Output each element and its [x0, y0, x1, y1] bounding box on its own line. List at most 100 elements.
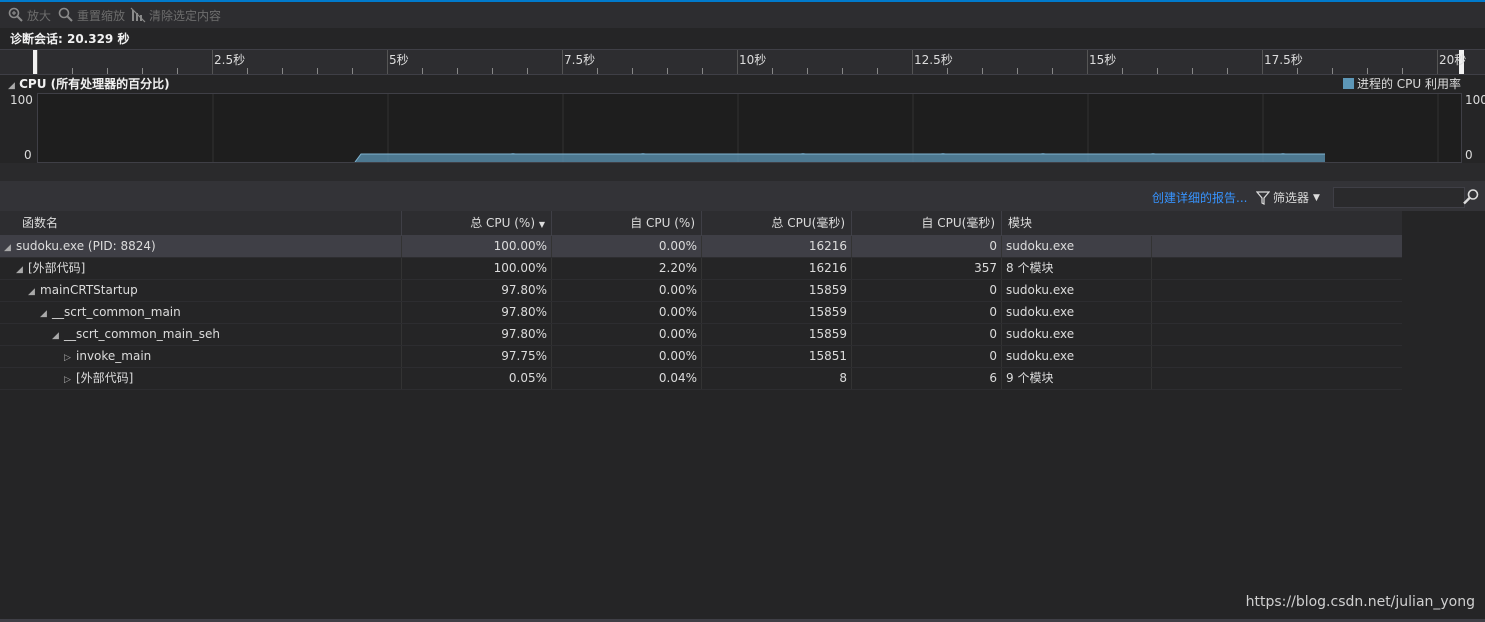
cell-function-name: ▷ [外部代码]	[0, 368, 402, 389]
col-function-name[interactable]: 函数名	[0, 211, 402, 235]
search-input[interactable]	[1333, 187, 1465, 208]
cell-self-cpu-pct: 2.20%	[552, 258, 702, 279]
ruler-tick	[842, 68, 843, 74]
call-tree-table: 函数名 总 CPU (%) ▼ 自 CPU (%) 总 CPU(毫秒) 自 CP…	[0, 211, 1402, 390]
table-row[interactable]: ▷ [外部代码] 0.05% 0.04% 8 6 9 个模块	[0, 368, 1402, 390]
expand-triangle-icon[interactable]: ▷	[64, 348, 76, 367]
function-name: __scrt_common_main	[52, 305, 181, 319]
filter-dropdown[interactable]: 筛选器 ▼	[1256, 189, 1320, 206]
ruler-tick	[912, 50, 913, 74]
cell-self-cpu-ms: 0	[852, 236, 1002, 257]
cell-self-cpu-pct: 0.00%	[552, 280, 702, 301]
cell-function-name: ▷ invoke_main	[0, 346, 402, 367]
col-total-cpu-pct[interactable]: 总 CPU (%) ▼	[402, 211, 552, 235]
cell-total-cpu-pct: 97.80%	[402, 280, 552, 301]
cell-self-cpu-ms: 0	[852, 324, 1002, 345]
ruler-label: 5秒	[389, 53, 409, 67]
timeline-ruler[interactable]: 2.5秒 5秒 7.5秒 10秒 12.5秒 15秒 17.5秒 20秒	[0, 49, 1485, 75]
filter-label: 筛选器	[1273, 191, 1310, 205]
ruler-tick	[807, 68, 808, 74]
ruler-tick	[1157, 68, 1158, 74]
ruler-label: 17.5秒	[1264, 53, 1303, 67]
function-name: [外部代码]	[76, 371, 134, 385]
cell-total-cpu-pct: 97.75%	[402, 346, 552, 367]
search-icon[interactable]	[1462, 188, 1480, 206]
col-total-cpu-ms[interactable]: 总 CPU(毫秒)	[702, 211, 852, 235]
function-name: sudoku.exe (PID: 8824)	[16, 239, 156, 253]
table-row[interactable]: ◢ sudoku.exe (PID: 8824) 100.00% 0.00% 16216…	[0, 236, 1402, 258]
ruler-tick	[667, 68, 668, 74]
zoom-in-label: 放大	[27, 8, 52, 23]
cpu-graph-title: ◢ CPU (所有处理器的百分比)	[8, 75, 170, 92]
cpu-usage-svg	[212, 94, 1439, 163]
collapse-triangle-icon[interactable]: ◢	[28, 282, 40, 301]
ruler-tick	[422, 68, 423, 74]
collapse-triangle-icon[interactable]: ◢	[40, 304, 52, 323]
ruler-label: 7.5秒	[564, 53, 596, 67]
ruler-tick	[702, 68, 703, 74]
table-row[interactable]: ◢ [外部代码] 100.00% 2.20% 16216 357 8 个模块	[0, 258, 1402, 280]
cell-self-cpu-ms: 0	[852, 302, 1002, 323]
ruler-label: 10秒	[739, 53, 767, 67]
col-self-cpu-pct[interactable]: 自 CPU (%)	[552, 211, 702, 235]
cell-function-name: ◢ __scrt_common_main	[0, 302, 402, 323]
session-duration: 诊断会话: 20.329 秒	[10, 32, 130, 46]
table-header: 函数名 总 CPU (%) ▼ 自 CPU (%) 总 CPU(毫秒) 自 CP…	[0, 211, 1402, 236]
ruler-tick	[947, 68, 948, 74]
ruler-tick	[1367, 68, 1368, 74]
col-total-cpu-pct-label: 总 CPU (%)	[470, 216, 536, 230]
ruler-tick	[457, 68, 458, 74]
col-module[interactable]: 模块	[1002, 211, 1402, 235]
cell-total-cpu-ms: 16216	[702, 258, 852, 279]
ruler-tick	[1262, 50, 1263, 74]
collapse-triangle-icon[interactable]: ◢	[52, 326, 64, 345]
cpu-usage-chart[interactable]	[37, 93, 1462, 163]
cell-module: sudoku.exe	[1002, 324, 1152, 345]
cell-self-cpu-ms: 0	[852, 280, 1002, 301]
cell-total-cpu-ms: 15851	[702, 346, 852, 367]
ruler-label: 2.5秒	[214, 53, 246, 67]
ruler-tick	[107, 68, 108, 74]
ruler-tick	[1122, 68, 1123, 74]
ruler-tick	[877, 68, 878, 74]
legend-swatch	[1342, 78, 1354, 89]
cell-self-cpu-pct: 0.00%	[552, 324, 702, 345]
reset-zoom-button[interactable]: 重置缩放	[58, 2, 125, 28]
y-axis-max-right: 100	[1465, 93, 1485, 107]
splitter[interactable]	[0, 163, 1485, 181]
cell-module: sudoku.exe	[1002, 302, 1152, 323]
ruler-tick	[737, 50, 738, 74]
cell-total-cpu-pct: 100.00%	[402, 236, 552, 257]
expand-triangle-icon[interactable]: ▷	[64, 370, 76, 389]
cell-total-cpu-ms: 8	[702, 368, 852, 389]
table-row[interactable]: ◢ __scrt_common_main_seh 97.80% 0.00% 15859 0…	[0, 324, 1402, 346]
ruler-tick	[562, 50, 563, 74]
table-row[interactable]: ▷ invoke_main 97.75% 0.00% 15851 0 sudoku.exe	[0, 346, 1402, 368]
ruler-tick	[1402, 68, 1403, 74]
ruler-tick	[177, 68, 178, 74]
ruler-tick	[317, 68, 318, 74]
y-axis-min-left: 0	[24, 148, 32, 162]
collapse-triangle-icon[interactable]: ◢	[8, 81, 15, 91]
ruler-tick	[282, 68, 283, 74]
clear-selection-icon	[130, 7, 146, 23]
y-axis-max-left: 100	[10, 93, 33, 107]
ruler-tick	[597, 68, 598, 74]
ruler-tick	[1332, 68, 1333, 74]
ruler-tick	[72, 68, 73, 74]
table-row[interactable]: ◢ mainCRTStartup 97.80% 0.00% 15859 0 sudoku.e…	[0, 280, 1402, 302]
cell-self-cpu-ms: 0	[852, 346, 1002, 367]
table-row[interactable]: ◢ __scrt_common_main 97.80% 0.00% 15859 0 sudo…	[0, 302, 1402, 324]
col-self-cpu-ms[interactable]: 自 CPU(毫秒)	[852, 211, 1002, 235]
collapse-triangle-icon[interactable]: ◢	[16, 260, 28, 279]
toolbar: 放大 重置缩放 清除选定内容	[0, 2, 1485, 28]
ruler-tick	[1227, 68, 1228, 74]
cell-module: sudoku.exe	[1002, 280, 1152, 301]
ruler-label: 15秒	[1089, 53, 1117, 67]
collapse-triangle-icon[interactable]: ◢	[4, 238, 16, 257]
create-detailed-report-link[interactable]: 创建详细的报告...	[1152, 189, 1247, 206]
zoom-in-button[interactable]: 放大	[8, 2, 51, 28]
chevron-down-icon: ▼	[1313, 192, 1320, 203]
cell-total-cpu-pct: 100.00%	[402, 258, 552, 279]
clear-selection-button[interactable]: 清除选定内容	[130, 2, 221, 28]
